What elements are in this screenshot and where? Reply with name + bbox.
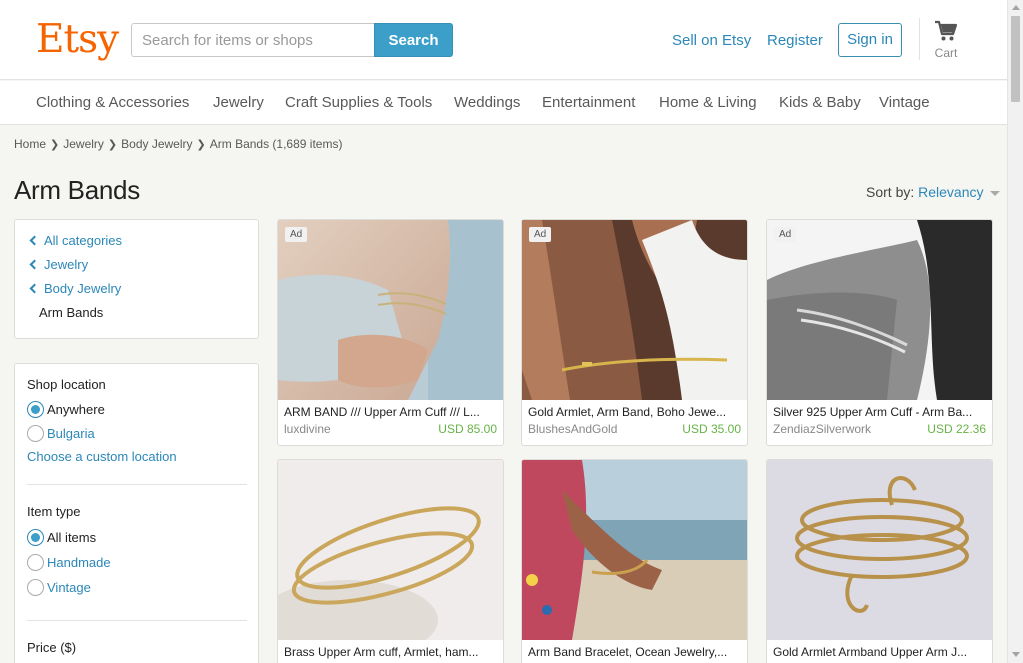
scroll-up-arrow-icon[interactable] bbox=[1012, 5, 1020, 10]
scroll-down-arrow-icon[interactable] bbox=[1012, 652, 1020, 657]
search-input[interactable] bbox=[131, 23, 375, 57]
sign-in-button[interactable]: Sign in bbox=[838, 23, 902, 57]
nav-craft-supplies-tools[interactable]: Craft Supplies & Tools bbox=[285, 94, 432, 111]
radio-button-checked[interactable] bbox=[27, 401, 44, 419]
cart-icon bbox=[935, 20, 958, 41]
listing-card[interactable]: Ad Gold Armlet, Arm Band, Boho Jewe... B… bbox=[521, 219, 748, 446]
listing-title[interactable]: Arm Band Bracelet, Ocean Jewelry,... bbox=[522, 640, 747, 660]
listing-image[interactable]: Ad bbox=[767, 220, 992, 400]
listing-image[interactable] bbox=[767, 460, 992, 640]
price-heading: Price ($) bbox=[27, 640, 77, 655]
nav-jewelry[interactable]: Jewelry bbox=[213, 94, 264, 111]
register-link[interactable]: Register bbox=[767, 32, 823, 49]
chevron-right-icon: ❯ bbox=[107, 139, 118, 151]
radio-label: Handmade bbox=[47, 555, 111, 571]
listing-title[interactable]: Brass Upper Arm cuff, Armlet, ham... bbox=[278, 640, 503, 660]
breadcrumb: Home ❯ Jewelry ❯ Body Jewelry ❯ Arm Bands (1,6… bbox=[14, 137, 342, 151]
cart-button[interactable]: Cart bbox=[928, 20, 964, 60]
listing-card[interactable]: Ad ARM BAND /// Upper Arm Cuff /// L... … bbox=[277, 219, 504, 446]
breadcrumb-jewelry[interactable]: Jewelry bbox=[63, 137, 104, 151]
listing-shop[interactable]: BlushesAndGold bbox=[528, 422, 617, 436]
category-link-all[interactable]: All categories bbox=[15, 233, 258, 257]
ad-badge: Ad bbox=[285, 227, 308, 242]
radio-anywhere[interactable]: Anywhere bbox=[27, 401, 105, 421]
sort-dropdown[interactable]: Sort by: Relevancy bbox=[866, 184, 1001, 200]
listing-image[interactable]: Ad bbox=[522, 220, 747, 400]
radio-vintage[interactable]: Vintage bbox=[27, 579, 91, 599]
filter-divider bbox=[27, 620, 247, 621]
chevron-right-icon: ❯ bbox=[196, 139, 206, 151]
site-header: Etsy Search Sell on Etsy Register Sign i… bbox=[0, 0, 1007, 80]
chevron-left-icon bbox=[29, 259, 40, 270]
listing-title[interactable]: Gold Armlet, Arm Band, Boho Jewe... bbox=[522, 400, 747, 420]
breadcrumb-current: Arm Bands (1,689 items) bbox=[209, 137, 343, 151]
breadcrumb-body-jewelry[interactable]: Body Jewelry bbox=[121, 137, 192, 151]
listing-card[interactable]: Arm Band Bracelet, Ocean Jewelry,... bbox=[521, 459, 748, 663]
listing-card[interactable]: Gold Armlet Armband Upper Arm J... bbox=[766, 459, 993, 663]
listing-title[interactable]: Silver 925 Upper Arm Cuff - Arm Ba... bbox=[767, 400, 992, 420]
cart-label: Cart bbox=[934, 46, 958, 60]
category-link-label: Body Jewelry bbox=[44, 281, 122, 296]
search-button[interactable]: Search bbox=[374, 23, 453, 57]
filter-panel: Shop location Anywhere Bulgaria Choose a… bbox=[14, 363, 259, 663]
listing-shop[interactable]: luxdivine bbox=[284, 422, 331, 436]
category-link-label: All categories bbox=[44, 233, 123, 248]
radio-button[interactable] bbox=[27, 554, 44, 572]
radio-button-checked[interactable] bbox=[27, 529, 44, 547]
etsy-logo[interactable]: Etsy bbox=[36, 17, 119, 63]
radio-label: Bulgaria bbox=[47, 426, 95, 442]
header-divider bbox=[919, 18, 920, 60]
nav-vintage[interactable]: Vintage bbox=[879, 94, 930, 111]
page-title: Arm Bands bbox=[14, 175, 140, 205]
listing-title[interactable]: ARM BAND /// Upper Arm Cuff /// L... bbox=[278, 400, 503, 420]
listing-image[interactable]: Ad bbox=[278, 220, 503, 400]
radio-button[interactable] bbox=[27, 425, 44, 443]
listing-price: USD 22.36 bbox=[927, 422, 986, 436]
radio-label: Vintage bbox=[47, 580, 91, 596]
listing-image[interactable] bbox=[278, 460, 503, 640]
nav-home-living[interactable]: Home & Living bbox=[659, 94, 757, 111]
nav-entertainment[interactable]: Entertainment bbox=[542, 94, 635, 111]
ad-badge: Ad bbox=[774, 227, 797, 242]
category-link-jewelry[interactable]: Jewelry bbox=[15, 257, 258, 281]
radio-label: Anywhere bbox=[47, 402, 105, 418]
nav-clothing-accessories[interactable]: Clothing & Accessories bbox=[36, 94, 189, 111]
scrollbar-thumb[interactable] bbox=[1011, 16, 1020, 102]
nav-kids-baby[interactable]: Kids & Baby bbox=[779, 94, 861, 111]
listing-price: USD 85.00 bbox=[438, 422, 497, 436]
listing-card[interactable]: Ad Silver 925 Upper Arm Cuff - Arm Ba...… bbox=[766, 219, 993, 446]
listing-card[interactable]: Brass Upper Arm cuff, Armlet, ham... bbox=[277, 459, 504, 663]
sort-label: Sort by: bbox=[866, 184, 915, 200]
caret-down-icon bbox=[990, 190, 1001, 196]
listing-price: USD 35.00 bbox=[682, 422, 741, 436]
category-filter-panel: All categories Jewelry Body Jewelry Arm … bbox=[14, 219, 259, 339]
category-link-label: Jewelry bbox=[44, 257, 89, 272]
current-category: Arm Bands bbox=[39, 305, 104, 320]
breadcrumb-home[interactable]: Home bbox=[14, 137, 46, 151]
chevron-left-icon bbox=[29, 283, 40, 294]
listing-title[interactable]: Gold Armlet Armband Upper Arm J... bbox=[767, 640, 992, 660]
chevron-right-icon: ❯ bbox=[50, 139, 60, 151]
radio-button[interactable] bbox=[27, 579, 44, 597]
radio-label: All items bbox=[47, 530, 97, 546]
item-type-heading: Item type bbox=[27, 504, 81, 519]
page-scrollbar[interactable] bbox=[1007, 0, 1023, 663]
radio-handmade[interactable]: Handmade bbox=[27, 554, 111, 574]
sort-value[interactable]: Relevancy bbox=[918, 184, 983, 200]
shop-location-heading: Shop location bbox=[27, 377, 106, 392]
category-nav: Clothing & Accessories Jewelry Craft Sup… bbox=[0, 81, 1007, 125]
chevron-left-icon bbox=[29, 235, 40, 246]
nav-weddings[interactable]: Weddings bbox=[454, 94, 520, 111]
filter-divider bbox=[27, 484, 247, 485]
radio-all-items[interactable]: All items bbox=[27, 529, 96, 549]
sell-on-etsy-link[interactable]: Sell on Etsy bbox=[672, 32, 751, 49]
ad-badge: Ad bbox=[529, 227, 552, 242]
category-link-body-jewelry[interactable]: Body Jewelry bbox=[15, 281, 258, 305]
listing-shop[interactable]: ZendiazSilverwork bbox=[773, 422, 871, 436]
listing-image[interactable] bbox=[522, 460, 747, 640]
radio-bulgaria[interactable]: Bulgaria bbox=[27, 425, 95, 445]
choose-custom-location-link[interactable]: Choose a custom location bbox=[27, 449, 177, 464]
